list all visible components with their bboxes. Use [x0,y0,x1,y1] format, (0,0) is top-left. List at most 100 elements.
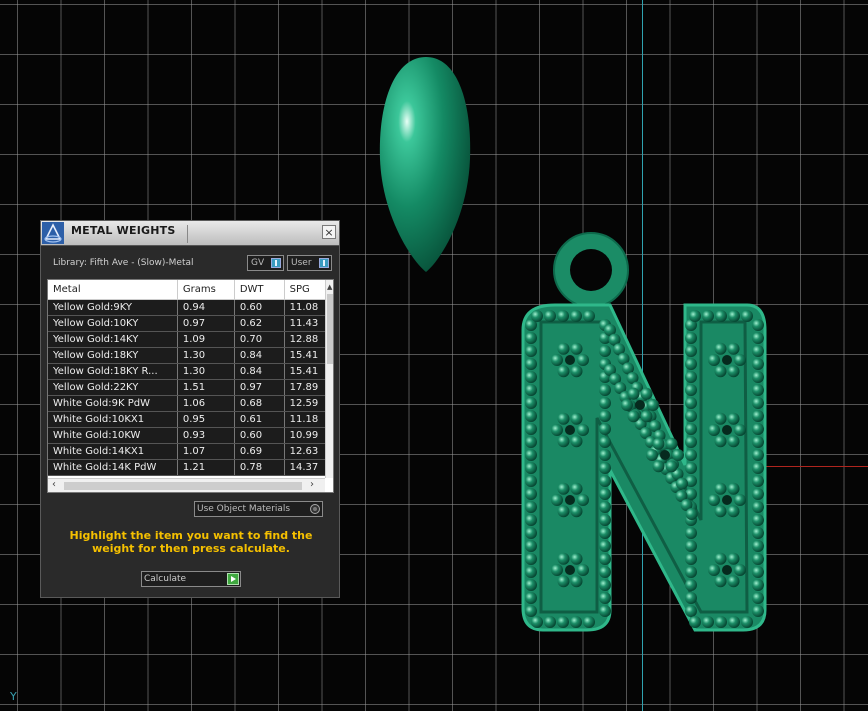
ring-center [660,450,670,460]
metal-weights-app-icon [42,222,64,244]
bead [577,354,589,366]
bead [685,540,697,552]
bead [708,494,720,506]
calculate-label: Calculate [144,574,187,584]
radio-icon[interactable] [310,504,320,514]
bead [583,310,595,322]
instruction-text: Highlight the item you want to find the … [69,529,313,555]
bead [570,482,583,495]
table-row[interactable]: White Gold:10KX1 0.95 0.61 11.18 [48,411,333,428]
gv-toggle-icon [271,258,281,268]
table-row[interactable]: White Gold:14K PdW 1.21 0.78 14.37 [48,459,333,476]
cell-metal: White Gold:14K PdW [48,459,178,476]
bead [714,365,727,378]
bead [525,488,537,500]
title-separator [187,225,188,243]
cell-metal: Yellow Gold:18KY R... [48,363,178,380]
scroll-up-icon[interactable]: ▲ [327,283,332,291]
bead [727,342,740,355]
panel-title: METAL WEIGHTS [71,224,176,237]
bead [525,540,537,552]
close-icon[interactable]: × [322,225,336,239]
bead [599,553,611,565]
bead [557,616,569,628]
calculate-button[interactable]: Calculate [141,571,241,587]
bead [714,505,727,518]
bead [734,424,746,436]
bead [557,310,569,322]
bead [752,540,764,552]
cell-dwt: 0.69 [234,443,285,460]
bead [752,579,764,591]
bead [525,579,537,591]
table-row[interactable]: Yellow Gold:22KY 1.51 0.97 17.89 [48,379,333,396]
panel-titlebar[interactable]: METAL WEIGHTS × [41,221,339,246]
table-row[interactable]: Yellow Gold:9KY 0.94 0.60 11.08 [48,299,333,316]
bead [685,436,697,448]
cell-metal: White Gold:10KW [48,427,178,444]
table-row[interactable]: White Gold:10KW 0.93 0.60 10.99 [48,427,333,444]
bead [752,371,764,383]
col-header-grams[interactable]: Grams [177,280,235,300]
user-toggle[interactable]: User [287,255,332,271]
bead [599,423,611,435]
play-arrow-icon[interactable] [227,573,239,585]
bead [599,592,611,604]
scroll-right-icon[interactable]: › [310,479,314,490]
letter-n-pendant-model[interactable] [515,230,775,640]
bead [752,410,764,422]
table-row[interactable]: Yellow Gold:10KY 0.97 0.62 11.43 [48,315,333,332]
bead [599,345,611,357]
ring-center [565,425,575,435]
user-toggle-label: User [291,258,312,268]
table-row[interactable]: Yellow Gold:18KY R... 1.30 0.84 15.41 [48,363,333,380]
bead [708,424,720,436]
bead [640,387,653,400]
bead [714,482,727,495]
cell-dwt: 0.84 [234,347,285,364]
bead [599,397,611,409]
table-row[interactable]: White Gold:14KX1 1.07 0.69 12.63 [48,443,333,460]
table-row[interactable]: Yellow Gold:18KY 1.30 0.84 15.41 [48,347,333,364]
vertical-scrollbar[interactable]: ▲ [325,280,333,478]
bead [727,482,740,495]
gv-toggle-label: GV [251,258,265,268]
use-object-materials-option[interactable]: Use Object Materials [194,501,323,517]
bead [685,462,697,474]
bead [557,575,570,588]
bead [734,564,746,576]
bead [685,410,697,422]
bead [689,616,701,628]
ring-center [565,495,575,505]
bead [525,462,537,474]
bead [652,437,665,450]
bead [599,579,611,591]
metal-table: Metal Grams DWT SPG Yellow Gold:9KY 0.94 0… [47,279,334,493]
ring-center [565,565,575,575]
table-row[interactable]: White Gold:9K PdW 1.06 0.68 12.59 [48,395,333,412]
bead [599,475,611,487]
bead [685,605,697,617]
col-header-dwt[interactable]: DWT [234,280,285,300]
bead [752,488,764,500]
bead [525,527,537,539]
teardrop-model[interactable] [376,54,476,279]
bead [752,566,764,578]
horizontal-scrollbar[interactable]: ‹ › [48,478,325,492]
bead [685,358,697,370]
bead [557,412,570,425]
vertical-scroll-thumb[interactable] [327,294,333,364]
bead [627,410,640,423]
bead [621,399,633,411]
bead [752,527,764,539]
gv-toggle[interactable]: GV [247,255,284,271]
cell-grams: 0.97 [177,315,235,332]
cell-metal: Yellow Gold:22KY [48,379,178,396]
horizontal-scroll-thumb[interactable] [64,482,302,490]
bead [570,616,582,628]
col-header-metal[interactable]: Metal [48,280,178,300]
scroll-left-icon[interactable]: ‹ [52,479,56,490]
metal-weights-panel: METAL WEIGHTS × Library: Fifth Ave - (Sl… [40,220,340,598]
table-row[interactable]: Yellow Gold:14KY 1.09 0.70 12.88 [48,331,333,348]
bead [752,605,764,617]
